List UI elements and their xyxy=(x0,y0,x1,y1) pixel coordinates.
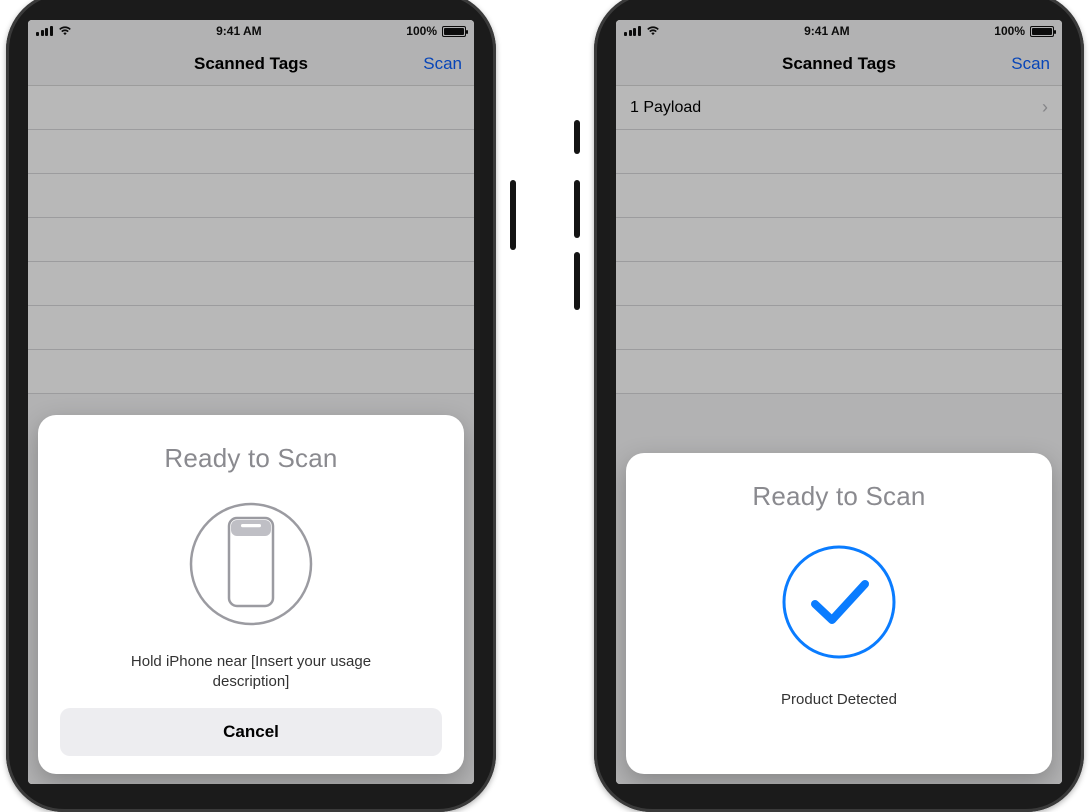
nfc-scan-sheet: Ready to Scan Product Detected xyxy=(626,453,1052,774)
scan-button[interactable]: Scan xyxy=(423,54,462,74)
nfc-phone-icon xyxy=(181,494,321,634)
tags-list: . . . . . . . xyxy=(28,86,474,394)
cancel-button[interactable]: Cancel xyxy=(60,708,442,756)
sheet-title: Ready to Scan xyxy=(752,481,925,512)
volume-down-button xyxy=(574,252,580,310)
sheet-title: Ready to Scan xyxy=(164,443,337,474)
battery-icon xyxy=(442,26,466,37)
page-title: Scanned Tags xyxy=(782,54,896,74)
status-time: 9:41 AM xyxy=(216,24,262,38)
tags-list: 1 Payload › . . . . . . xyxy=(616,86,1062,394)
nfc-scan-sheet: Ready to Scan Hold iPhone near [Insert y… xyxy=(38,415,464,775)
scan-button[interactable]: Scan xyxy=(1011,54,1050,74)
battery-icon xyxy=(1030,26,1054,37)
list-row-empty: . xyxy=(616,350,1062,394)
screen: 9:41 AM 100% Scanned Tags Scan 1 Payload… xyxy=(616,20,1062,784)
list-row-empty: . xyxy=(28,262,474,306)
list-row-label: 1 Payload xyxy=(630,99,701,117)
status-bar: 9:41 AM 100% xyxy=(616,20,1062,42)
status-time: 9:41 AM xyxy=(804,24,850,38)
volume-up-button xyxy=(574,180,580,238)
nav-bar: Scanned Tags Scan xyxy=(28,42,474,86)
cellular-signal-icon xyxy=(36,26,53,36)
battery-percent: 100% xyxy=(994,24,1025,38)
device-left: 9:41 AM 100% Scanned Tags Scan . . . xyxy=(0,0,510,804)
status-left-cluster xyxy=(624,26,660,36)
list-row-empty: . xyxy=(616,218,1062,262)
list-row-empty: . xyxy=(616,306,1062,350)
list-row-empty: . xyxy=(28,350,474,394)
status-right-cluster: 100% xyxy=(406,24,466,38)
list-row-empty: . xyxy=(28,86,474,130)
phone-frame: 9:41 AM 100% Scanned Tags Scan 1 Payload… xyxy=(594,0,1084,812)
phone-frame: 9:41 AM 100% Scanned Tags Scan . . . xyxy=(6,0,496,812)
power-button xyxy=(510,180,516,250)
list-row-empty: . xyxy=(616,130,1062,174)
chevron-right-icon: › xyxy=(1042,97,1048,118)
status-left-cluster xyxy=(36,26,72,36)
list-row-empty: . xyxy=(616,174,1062,218)
status-right-cluster: 100% xyxy=(994,24,1054,38)
check-circle-icon xyxy=(769,532,909,672)
list-row-empty: . xyxy=(28,218,474,262)
list-row-empty: . xyxy=(28,174,474,218)
mute-switch xyxy=(574,120,580,154)
list-row-empty: . xyxy=(28,306,474,350)
wifi-icon xyxy=(646,26,660,36)
sheet-message: Hold iPhone near [Insert your usage desc… xyxy=(91,652,411,693)
battery-percent: 100% xyxy=(406,24,437,38)
screen: 9:41 AM 100% Scanned Tags Scan . . . xyxy=(28,20,474,784)
sheet-message: Product Detected xyxy=(781,690,897,710)
list-row-payload[interactable]: 1 Payload › xyxy=(616,86,1062,130)
stage: 9:41 AM 100% Scanned Tags Scan . . . xyxy=(0,0,1090,804)
wifi-icon xyxy=(58,26,72,36)
page-title: Scanned Tags xyxy=(194,54,308,74)
status-bar: 9:41 AM 100% xyxy=(28,20,474,42)
list-row-empty: . xyxy=(616,262,1062,306)
nav-bar: Scanned Tags Scan xyxy=(616,42,1062,86)
device-right: 9:41 AM 100% Scanned Tags Scan 1 Payload… xyxy=(580,0,1090,804)
cellular-signal-icon xyxy=(624,26,641,36)
list-row-empty: . xyxy=(28,130,474,174)
